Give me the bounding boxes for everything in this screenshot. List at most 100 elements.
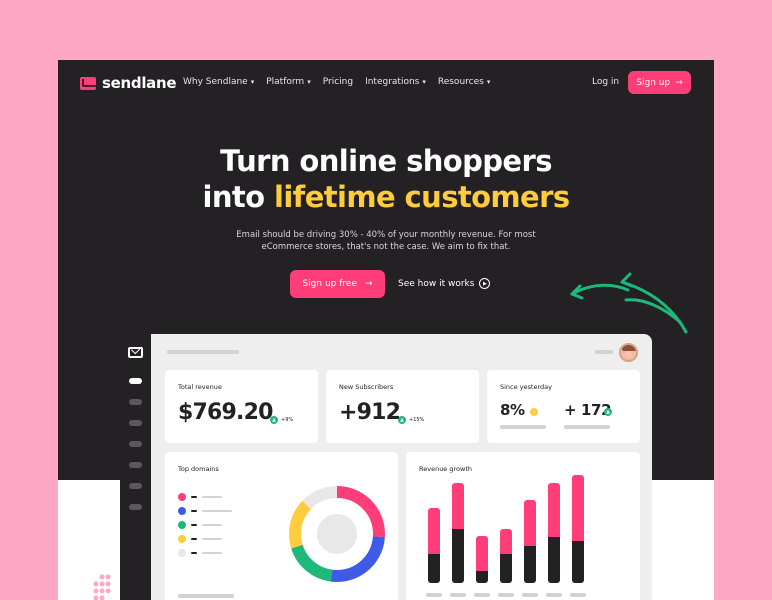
avatar[interactable] [619, 343, 638, 362]
sendlane-logo[interactable]: sendlane [80, 74, 177, 92]
bar-segment-bottom [572, 541, 584, 583]
legend-item [178, 535, 222, 543]
play-icon: ▶ [479, 278, 491, 289]
brand-name: sendlane [102, 74, 177, 92]
arrow-right-icon: → [364, 279, 373, 289]
nav-item-platform[interactable]: Platform ▾ [266, 77, 310, 87]
x-tick-placeholder [474, 593, 490, 597]
sidebar-nav-item[interactable] [129, 462, 142, 468]
legend-item [178, 507, 232, 515]
card-title: Since yesterday [500, 383, 552, 391]
revenue-bar [524, 500, 536, 583]
website-frame: sendlane Why Sendlane ▾ Platform ▾ Pricing… [58, 60, 714, 600]
headline-accent: lifetime customers [274, 180, 570, 214]
legend-dash [191, 495, 197, 499]
revenue-bar [572, 475, 584, 583]
revenue-bar [500, 529, 512, 583]
nav-item-label: Pricing [322, 77, 354, 87]
card-title: Top domains [178, 465, 219, 473]
nav-menu: Why Sendlane ▾ Platform ▾ Pricing Integrat… [183, 77, 490, 87]
envelope-logo-icon [80, 76, 96, 90]
nav-item-pricing[interactable]: Pricing [323, 77, 353, 87]
card-title: New Subscribers [339, 383, 394, 391]
bar-segment-bottom [500, 554, 512, 583]
chevron-down-icon: ▾ [250, 78, 255, 86]
x-tick-placeholder [522, 593, 538, 597]
top-nav: sendlane Why Sendlane ▾ Platform ▾ Pricing… [58, 60, 714, 106]
x-tick-placeholder [498, 593, 514, 597]
legend-dash [191, 509, 197, 513]
total-revenue-value: $769.20 [178, 400, 273, 425]
hero-headline-line2: into lifetime customers [58, 179, 714, 215]
placeholder-bar [178, 594, 234, 598]
chevron-down-icon: ▾ [422, 78, 426, 86]
since-yesterday-card: Since yesterday 8% – + 172 ▲ [487, 370, 640, 443]
sidebar-nav-item[interactable] [129, 504, 142, 510]
sidebar-nav-item[interactable] [129, 420, 142, 426]
arrow-up-icon: ▲ [398, 416, 406, 424]
chevron-down-icon: ▾ [307, 78, 311, 86]
x-tick-placeholder [546, 593, 562, 597]
legend-dash [191, 523, 197, 527]
bar-segment-top [548, 483, 560, 537]
legend-item [178, 493, 222, 501]
x-tick-placeholder [570, 593, 586, 597]
bar-segment-top [476, 536, 488, 571]
x-tick-placeholder [450, 593, 466, 597]
new-subscribers-card: New Subscribers +912 ▲ +15% [326, 370, 479, 443]
nav-item-why-sendlane[interactable]: Why Sendlane ▾ [183, 77, 254, 87]
dashboard-main: Total revenue $769.20 ▲ +9% New Subscrib… [151, 334, 652, 600]
change-badge: ▲ +15% [398, 416, 424, 424]
placeholder-bar [167, 350, 239, 354]
placeholder-bar [564, 425, 610, 429]
nav-item-label: Integrations [365, 77, 420, 87]
legend-line [202, 551, 222, 555]
signup-label: Sign up [636, 77, 671, 88]
top-domains-card: Top domains [165, 452, 398, 600]
legend-swatch [178, 493, 186, 501]
bar-segment-top [524, 500, 536, 546]
placeholder-bar [595, 350, 613, 354]
legend-dash [191, 537, 197, 541]
signup-button[interactable]: Sign up → [628, 71, 691, 94]
placeholder-bar [500, 425, 546, 429]
legend-swatch [178, 549, 186, 557]
see-how-it-works-link[interactable]: See how it works ▶ [398, 278, 491, 289]
sidebar-nav-item[interactable] [129, 441, 142, 447]
dashboard-sidebar [120, 334, 151, 600]
card-title: Total revenue [178, 383, 222, 391]
nav-item-label: Why Sendlane [183, 77, 248, 87]
change-badge: ▲ +9% [270, 416, 293, 424]
bar-segment-bottom [452, 529, 464, 583]
nav-item-label: Resources [437, 77, 484, 87]
sidebar-nav-item[interactable] [129, 378, 142, 384]
donut-center [317, 514, 357, 554]
card-title: Revenue growth [419, 465, 472, 473]
arrow-up-icon: ▲ [270, 416, 278, 424]
nav-item-resources[interactable]: Resources ▾ [438, 77, 490, 87]
sidebar-nav-item[interactable] [129, 483, 142, 489]
sidebar-nav-item[interactable] [129, 399, 142, 405]
total-revenue-card: Total revenue $769.20 ▲ +9% [165, 370, 318, 443]
revenue-bar [452, 483, 464, 583]
decorative-dots-icon [93, 574, 111, 600]
change-value: +9% [281, 417, 294, 423]
x-tick-placeholder [426, 593, 442, 597]
legend-line [202, 495, 222, 499]
nav-item-integrations[interactable]: Integrations ▾ [365, 77, 426, 87]
legend-dash [191, 551, 197, 555]
legend-swatch [178, 507, 186, 515]
bar-segment-top [572, 475, 584, 541]
donut-chart [289, 486, 385, 582]
bar-segment-bottom [548, 537, 560, 583]
bar-segment-bottom [476, 571, 488, 583]
envelope-icon [128, 347, 143, 358]
legend-line [202, 537, 222, 541]
bar-segment-top [500, 529, 512, 554]
signup-free-button[interactable]: Sign up free → [290, 270, 385, 298]
revenue-bar [476, 536, 488, 583]
login-link[interactable]: Log in [592, 77, 619, 87]
arrow-up-icon: ▲ [604, 408, 612, 416]
bar-segment-top [428, 508, 440, 554]
secondary-label: See how it works [398, 278, 475, 289]
